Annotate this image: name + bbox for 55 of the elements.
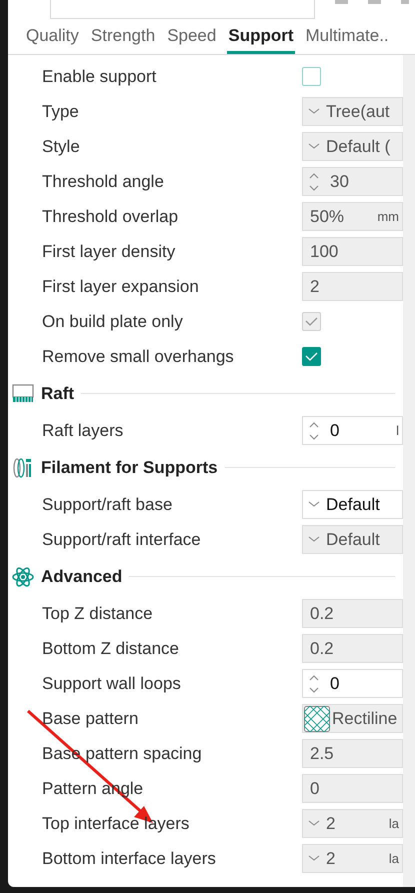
spin-arrows-icon [308, 420, 320, 442]
setting-label: Raft layers [41, 420, 124, 442]
chevron-down-icon [308, 536, 320, 543]
filament-icon [12, 456, 34, 478]
atom-icon [12, 566, 34, 588]
spin-arrows-icon [308, 672, 320, 694]
setting-label: Support wall loops [41, 672, 182, 695]
setting-label: Enable support [41, 66, 158, 88]
toolbar-icon[interactable] [401, 0, 409, 4]
spin-field[interactable]: 0 [302, 669, 403, 698]
spin-field[interactable]: 0 l [302, 416, 403, 445]
tab[interactable]: Speed [166, 22, 218, 54]
tab[interactable]: Strength [90, 22, 156, 54]
raft-icon [12, 384, 34, 404]
checkbox[interactable] [302, 347, 321, 366]
crosshatch-pattern-icon [304, 706, 330, 732]
dropdown[interactable]: Default [302, 490, 403, 519]
setting-label: Top Z distance [41, 602, 154, 625]
setting-label: Bottom Z distance [41, 638, 180, 660]
unit-label: mm [377, 208, 400, 226]
section-title: Filament for Supports [41, 456, 218, 479]
chevron-down-icon [308, 855, 320, 862]
chevron-down-icon [308, 108, 320, 115]
setting-label: Support/raft interface [41, 528, 202, 551]
unit-label: la [388, 850, 400, 868]
chevron-down-icon [308, 143, 320, 150]
checkmark-icon [305, 352, 318, 361]
toolbar-icon[interactable] [368, 0, 381, 4]
setting-label: First layer density [41, 240, 176, 263]
checkmark-icon [305, 317, 318, 326]
setting-label: Remove small overhangs [41, 346, 235, 368]
checkbox[interactable] [302, 67, 321, 86]
tab[interactable]: Multimate.. [304, 22, 390, 54]
toolbar-icon[interactable] [335, 0, 348, 4]
spin-arrows-icon [308, 170, 320, 192]
scrollbar-track[interactable] [403, 55, 415, 887]
tab[interactable]: Support [227, 22, 295, 54]
setting-label: Bottom interface layers [41, 848, 217, 870]
setting-label: Threshold angle [41, 170, 165, 193]
setting-label: Top interface layers [41, 812, 190, 835]
chevron-down-icon [308, 501, 320, 508]
tab[interactable]: Quality [25, 22, 80, 54]
setting-label: Base pattern [41, 708, 140, 730]
setting-label: First layer expansion [41, 276, 200, 298]
setting-label: Support/raft base [41, 494, 174, 516]
unit-label: l [396, 422, 400, 440]
setting-label: Type [41, 100, 80, 123]
setting-label: On build plate only [41, 310, 184, 333]
section-title: Advanced [41, 566, 122, 588]
unit-label: la [388, 814, 400, 833]
search-field[interactable] [50, 0, 315, 19]
section-title: Raft [41, 382, 74, 405]
chevron-down-icon [308, 820, 320, 827]
setting-label: Threshold overlap [41, 206, 180, 228]
setting-label: Style [41, 136, 81, 158]
